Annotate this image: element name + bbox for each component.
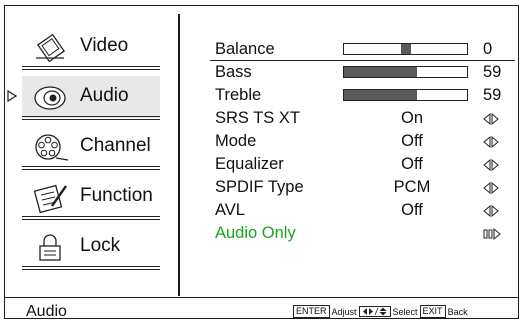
left-right-arrows-icon[interactable] <box>483 136 499 148</box>
treble-label: Treble <box>215 86 262 104</box>
equalizer-label: Equalizer <box>215 155 284 173</box>
sidebar-item-label: Audio <box>80 85 129 106</box>
bass-slider[interactable] <box>343 66 468 78</box>
enter-arrow-icon[interactable] <box>483 228 501 240</box>
audio-only-label: Audio Only <box>215 224 296 242</box>
film-reel-icon <box>35 134 69 161</box>
equalizer-value: Off <box>401 155 423 173</box>
balance-slider[interactable] <box>343 43 468 55</box>
lock-icon <box>39 234 61 261</box>
left-right-arrows-icon[interactable] <box>483 182 499 194</box>
spdif-value: PCM <box>393 178 431 196</box>
audio-only-row[interactable]: Audio Only <box>215 223 515 246</box>
status-title: Audio <box>26 303 67 320</box>
mode-label: Mode <box>215 132 257 150</box>
bass-label: Bass <box>215 63 252 81</box>
bass-value: 59 <box>483 63 502 81</box>
tv-icon <box>36 33 66 63</box>
avl-row[interactable]: AVL Off <box>215 200 515 223</box>
sidebar-item-lock[interactable]: Lock <box>22 226 160 270</box>
left-right-arrows-icon[interactable] <box>483 113 499 125</box>
srs-label: SRS TS XT <box>215 109 300 127</box>
bass-row[interactable]: Bass 59 <box>215 62 515 85</box>
help-bar: ENTER Adjust Select EXIT Back <box>293 305 468 318</box>
back-label: Back <box>447 306 468 317</box>
adjust-label: Adjust <box>331 306 357 317</box>
enter-key: ENTER <box>293 305 330 318</box>
sidebar-item-label: Channel <box>80 135 151 156</box>
treble-slider-fill <box>344 90 417 100</box>
sidebar-separator <box>22 266 160 270</box>
notepad-pencil-icon <box>33 184 67 214</box>
sidebar-divider <box>178 14 180 296</box>
sidebar-separator <box>22 66 160 70</box>
exit-key: EXIT <box>419 305 446 318</box>
speaker-icon <box>34 86 66 110</box>
sidebar-separator <box>22 116 160 120</box>
balance-label: Balance <box>215 40 275 58</box>
balance-value: 0 <box>483 40 493 58</box>
balance-row[interactable]: Balance 0 <box>215 39 515 62</box>
select-label: Select <box>392 306 418 317</box>
sidebar-item-video[interactable]: Video <box>22 26 160 70</box>
sidebar-separator <box>22 166 160 170</box>
sidebar-item-label: Function <box>80 185 153 206</box>
spdif-row[interactable]: SPDIF Type PCM <box>215 177 515 200</box>
balance-slider-knob[interactable] <box>400 44 411 54</box>
left-right-arrows-icon[interactable] <box>483 205 499 217</box>
selection-arrow-icon <box>7 90 17 102</box>
sidebar-item-label: Lock <box>80 235 121 256</box>
nav-keys-icon <box>358 306 391 317</box>
mode-row[interactable]: Mode Off <box>215 131 515 154</box>
sidebar-item-channel[interactable]: Channel <box>22 126 160 170</box>
sidebar-item-label: Video <box>80 35 129 56</box>
treble-slider[interactable] <box>343 89 468 101</box>
sidebar-separator <box>22 216 160 220</box>
status-divider <box>4 297 519 298</box>
spdif-label: SPDIF Type <box>215 178 304 196</box>
srs-row[interactable]: SRS TS XT On <box>215 108 515 131</box>
avl-label: AVL <box>215 201 245 219</box>
treble-row[interactable]: Treble 59 <box>215 85 515 108</box>
srs-value: On <box>400 109 423 127</box>
sidebar-item-function[interactable]: Function <box>22 176 160 220</box>
selection-underline <box>210 60 515 61</box>
treble-value: 59 <box>483 86 502 104</box>
left-right-arrows-icon[interactable] <box>483 159 499 171</box>
equalizer-row[interactable]: Equalizer Off <box>215 154 515 177</box>
bass-slider-fill <box>344 67 417 77</box>
mode-value: Off <box>401 132 423 150</box>
sidebar-item-audio[interactable]: Audio <box>22 76 160 120</box>
avl-value: Off <box>401 201 423 219</box>
